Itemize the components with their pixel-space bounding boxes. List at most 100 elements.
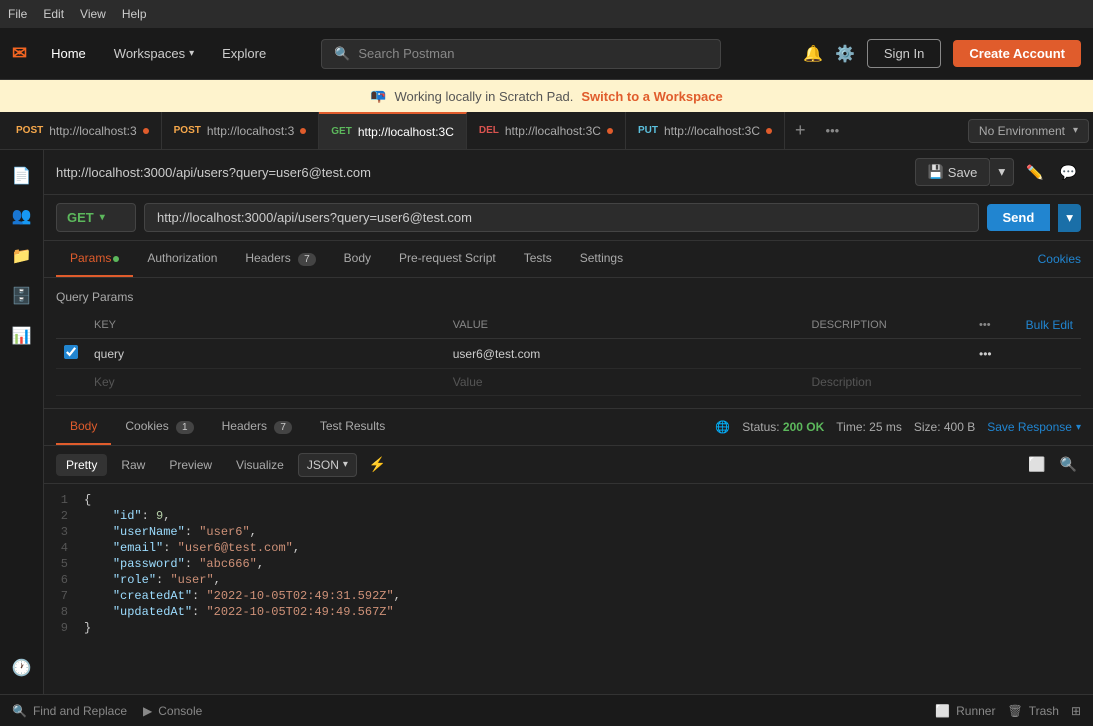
sidebar-icon-collections[interactable]: 📁 bbox=[4, 238, 40, 274]
tab-url-0: http://localhost:3 bbox=[49, 124, 136, 138]
col-desc-header: DESCRIPTION bbox=[804, 312, 972, 339]
nav-workspaces[interactable]: Workspaces ▾ bbox=[106, 40, 202, 67]
format-pretty[interactable]: Pretty bbox=[56, 454, 107, 476]
sidebar-icon-storage[interactable]: 🗄️ bbox=[4, 278, 40, 314]
resp-tab-cookies[interactable]: Cookies 1 bbox=[111, 409, 207, 445]
sign-in-button[interactable]: Sign In bbox=[867, 39, 941, 68]
tab-body[interactable]: Body bbox=[330, 241, 385, 277]
json-line-8: 8 "updatedAt": "2022-10-05T02:49:49.567Z… bbox=[44, 604, 1093, 620]
runner-button[interactable]: ⬜ Runner bbox=[935, 704, 995, 718]
response-status-bar: 🌐 Status: 200 OK Time: 25 ms Size: 400 B… bbox=[715, 420, 1081, 434]
response-area: Body Cookies 1 Headers 7 Test Results 🌐 … bbox=[44, 408, 1093, 694]
runner-label: Runner bbox=[956, 704, 995, 718]
json-line-9: 9 } bbox=[44, 620, 1093, 636]
param-more-0[interactable]: ••• bbox=[971, 339, 1001, 369]
sidebar-icon-files[interactable]: 📄 bbox=[4, 158, 40, 194]
resp-tab-headers[interactable]: Headers 7 bbox=[208, 409, 306, 445]
status-ok: 200 OK bbox=[783, 420, 824, 434]
save-dropdown-button[interactable]: ▾ bbox=[990, 158, 1014, 186]
json-line-5: 5 "password": "abc666", bbox=[44, 556, 1093, 572]
notification-icon[interactable]: 🔔 bbox=[803, 44, 823, 64]
tab-0[interactable]: POST http://localhost:3 bbox=[4, 112, 162, 150]
param-desc-0[interactable] bbox=[804, 339, 972, 369]
trash-icon: 🗑 bbox=[1007, 704, 1022, 718]
format-icons: ⬜ 🔍 bbox=[1024, 452, 1081, 477]
logo: ✉ bbox=[12, 43, 27, 64]
query-params-title: Query Params bbox=[56, 290, 1081, 304]
layout-button[interactable]: ⊞ bbox=[1071, 704, 1081, 718]
tab-params[interactable]: Params bbox=[56, 241, 133, 277]
gear-icon[interactable]: ⚙️ bbox=[835, 44, 855, 64]
copy-icon[interactable]: ⬜ bbox=[1024, 452, 1049, 477]
sidebar-icon-chart[interactable]: 📊 bbox=[4, 318, 40, 354]
param-key-0[interactable]: query bbox=[86, 339, 445, 369]
tab-method-get-2: GET bbox=[331, 126, 352, 137]
resp-tab-test-results[interactable]: Test Results bbox=[306, 409, 399, 445]
method-selector[interactable]: GET ▾ bbox=[56, 203, 136, 232]
create-account-button[interactable]: Create Account bbox=[953, 40, 1081, 67]
param-checkbox-0[interactable] bbox=[64, 345, 78, 359]
search-icon: 🔍 bbox=[334, 46, 350, 62]
search-bar[interactable]: 🔍 Search Postman bbox=[321, 39, 721, 69]
save-response-button[interactable]: Save Response ▾ bbox=[987, 420, 1081, 434]
globe-icon: 🌐 bbox=[715, 420, 730, 434]
filter-icon[interactable]: ⚡ bbox=[365, 452, 390, 477]
menu-file[interactable]: File bbox=[8, 7, 27, 21]
format-preview[interactable]: Preview bbox=[159, 454, 222, 476]
edit-icon[interactable]: ✏️ bbox=[1022, 160, 1047, 185]
sidebar-icon-people[interactable]: 👥 bbox=[4, 198, 40, 234]
nav-explore[interactable]: Explore bbox=[214, 40, 274, 67]
value-placeholder: Value bbox=[453, 375, 483, 389]
save-button[interactable]: 💾 Save bbox=[915, 158, 991, 186]
menu-edit[interactable]: Edit bbox=[43, 7, 64, 21]
search-icon[interactable]: 🔍 bbox=[1056, 452, 1081, 477]
param-value-0[interactable]: user6@test.com bbox=[445, 339, 804, 369]
chevron-down-icon: ▾ bbox=[189, 48, 194, 59]
banner-link[interactable]: Switch to a Workspace bbox=[581, 89, 722, 104]
send-button[interactable]: Send bbox=[987, 204, 1051, 231]
trash-button[interactable]: 🗑 Trash bbox=[1007, 704, 1058, 718]
request-title: http://localhost:3000/api/users?query=us… bbox=[56, 165, 907, 180]
comment-icon[interactable]: 💬 bbox=[1056, 160, 1081, 185]
tab-url-3: http://localhost:3C bbox=[505, 124, 601, 138]
new-tab-button[interactable]: + bbox=[785, 120, 816, 141]
tab-authorization[interactable]: Authorization bbox=[133, 241, 231, 277]
col-checkbox bbox=[56, 312, 86, 339]
status-label: Status: 200 OK bbox=[742, 420, 824, 434]
desc-placeholder: Description bbox=[812, 375, 872, 389]
sidebar-icon-history[interactable]: 🕐 bbox=[4, 650, 40, 686]
sidebar: 📄 👥 📁 🗄️ 📊 🕐 bbox=[0, 150, 44, 694]
more-tabs-button[interactable]: ••• bbox=[816, 123, 850, 138]
menu-help[interactable]: Help bbox=[122, 7, 147, 21]
bottom-bar: 🔍 Find and Replace ▶ Console ⬜ Runner 🗑 … bbox=[0, 694, 1093, 726]
send-dropdown-button[interactable]: ▾ bbox=[1058, 204, 1081, 232]
tab-pre-request[interactable]: Pre-request Script bbox=[385, 241, 510, 277]
cookies-badge: 1 bbox=[176, 421, 194, 434]
tab-headers[interactable]: Headers 7 bbox=[231, 241, 329, 277]
menu-view[interactable]: View bbox=[80, 7, 106, 21]
bulk-edit-button[interactable]: Bulk Edit bbox=[1026, 318, 1073, 332]
format-raw[interactable]: Raw bbox=[111, 454, 155, 476]
main-area: 📄 👥 📁 🗄️ 📊 🕐 http://localhost:3000/api/u… bbox=[0, 150, 1093, 694]
tab-3[interactable]: DEL http://localhost:3C bbox=[467, 112, 626, 150]
tab-4[interactable]: PUT http://localhost:3C bbox=[626, 112, 785, 150]
cookies-link[interactable]: Cookies bbox=[1038, 252, 1081, 266]
tab-2[interactable]: GET http://localhost:3C bbox=[319, 112, 467, 150]
format-visualize[interactable]: Visualize bbox=[226, 454, 294, 476]
tab-1[interactable]: POST http://localhost:3 bbox=[162, 112, 320, 150]
tabs-bar: POST http://localhost:3 POST http://loca… bbox=[0, 112, 1093, 150]
url-input[interactable] bbox=[144, 203, 979, 232]
environment-selector[interactable]: No Environment ▾ bbox=[968, 119, 1089, 143]
tab-tests[interactable]: Tests bbox=[510, 241, 566, 277]
chevron-down-icon: ▾ bbox=[343, 459, 348, 470]
chevron-down-icon: ▾ bbox=[1076, 422, 1081, 433]
nav-home[interactable]: Home bbox=[43, 40, 94, 67]
format-type-selector[interactable]: JSON ▾ bbox=[298, 453, 357, 477]
json-line-1: 1 { bbox=[44, 492, 1093, 508]
col-value-header: VALUE bbox=[445, 312, 804, 339]
console-button[interactable]: ▶ Console bbox=[143, 704, 202, 718]
resp-tab-body[interactable]: Body bbox=[56, 409, 111, 445]
tab-settings[interactable]: Settings bbox=[566, 241, 637, 277]
tab-dot-1 bbox=[300, 128, 306, 134]
find-replace-button[interactable]: 🔍 Find and Replace bbox=[12, 704, 127, 718]
